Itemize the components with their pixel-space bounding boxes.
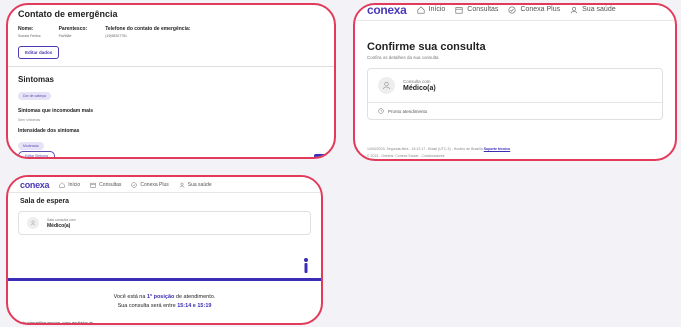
- footer-datetime: 14/03/2023, Segunda-feira - 15:12:17 - B…: [367, 147, 483, 151]
- contact-name-value: Sonaia Freitos: [18, 34, 41, 38]
- badge-icon: [508, 5, 516, 14]
- time-prefix: Sua consulta será entre: [117, 303, 178, 309]
- partial-purple-button[interactable]: [314, 154, 328, 157]
- nav-item-home-label: Início: [68, 181, 81, 188]
- nav-item-plus-label: Conexa Plus: [140, 181, 169, 188]
- contact-phone-value: (19)98207751: [105, 34, 127, 38]
- person-icon: [382, 81, 391, 90]
- contact-relation-field: Parentesco: Pai/Mãe: [59, 26, 88, 38]
- nav-item-plus[interactable]: Conexa Plus: [508, 5, 561, 14]
- nav-item-consults-label: Consultas: [99, 181, 122, 188]
- calendar-icon: [90, 182, 96, 188]
- contact-name-label: Nome:: [18, 26, 34, 32]
- symptom-intensity-label: Intensidade dos sintomas: [18, 128, 80, 134]
- support-link[interactable]: Suporte técnico: [484, 147, 510, 151]
- position-prefix: Você está na: [113, 294, 147, 300]
- consult-time-window: 15:14 e 15:19: [177, 303, 212, 309]
- page-subtitle: Confira os detalhes da sua consulta: [367, 55, 439, 60]
- consult-time-text: Sua consulta será entre 15:14 e 15:19: [8, 303, 321, 309]
- bothering-symptoms-label: Sintomas que incomodam mais: [18, 108, 94, 114]
- confirm-body: Confirme sua consulta Confira os detalhe…: [355, 33, 675, 128]
- symptom-chip: Dor de cabeça: [18, 92, 51, 100]
- nav-item-home[interactable]: Início: [59, 182, 80, 188]
- nav-item-home-label: Início: [428, 6, 446, 13]
- brand-logo[interactable]: conexa: [367, 5, 407, 17]
- contact-name-field: Nome: Sonaia Freitos: [18, 26, 41, 38]
- calendar-icon: [455, 6, 463, 14]
- page-footer: 14/03/2023, Segunda-feira - 15:12:17 - B…: [355, 146, 675, 159]
- consult-doctor-row: Consulta com Médico(a): [368, 69, 662, 102]
- footer-copyright: © 2023 - Direitos: Conexa Saúde - Colabo…: [367, 154, 445, 158]
- edit-data-button[interactable]: Editar dados: [18, 46, 60, 59]
- consult-status: Pronto atendimento: [368, 102, 662, 119]
- nav-item-plus-label: Conexa Plus: [520, 6, 561, 13]
- doctor-name: Médico(a): [403, 85, 436, 92]
- consult-doctor-row: Sala consulta com Médico(a): [19, 212, 310, 234]
- person-icon: [30, 220, 36, 226]
- brand-logo[interactable]: conexa: [20, 180, 50, 190]
- nav-item-consults[interactable]: Consultas: [90, 182, 121, 188]
- clock-icon: [378, 108, 384, 114]
- consult-with-label: Consulta com: [403, 79, 431, 84]
- top-nav: conexa Início Consultas Conexa Plus Sua …: [8, 177, 321, 193]
- consult-card: Sala consulta com Médico(a): [18, 211, 311, 235]
- emergency-contact-fields: Nome: Sonaia Freitos Parentesco: Pai/Mãe…: [18, 26, 324, 38]
- home-icon: [59, 181, 65, 188]
- nav-item-health[interactable]: Sua saúde: [179, 182, 212, 188]
- queue-position: 1ª posição: [146, 294, 175, 300]
- consult-status-label: Pronto atendimento: [388, 108, 428, 114]
- nav-item-home[interactable]: Início: [417, 5, 446, 14]
- footer-datetime-line: 14/03/2023, Segunda-feira - 15:12:17 - B…: [367, 146, 663, 153]
- contact-phone-label: Telefone do contato de emergência:: [105, 26, 191, 32]
- top-nav: conexa Início Consultas Conexa Plus Sua …: [355, 5, 675, 21]
- avatar: [378, 77, 395, 94]
- nav-item-health[interactable]: Sua saúde: [570, 6, 616, 14]
- edit-symptom-button[interactable]: Editar Sintoma: [18, 151, 55, 157]
- nav-item-consults-label: Consultas: [467, 6, 499, 13]
- confirm-consult-panel: conexa Início Consultas Conexa Plus Sua …: [353, 3, 677, 161]
- avatar: [27, 217, 39, 229]
- intensity-chip: Moderado: [18, 142, 44, 150]
- badge-icon: [131, 181, 138, 188]
- symptoms-title: Sintomas: [18, 75, 55, 84]
- nav-item-health-label: Sua saúde: [187, 181, 212, 188]
- nav-item-health-label: Sua saúde: [582, 6, 616, 13]
- consult-with-label: Sala consulta com: [47, 217, 76, 222]
- contact-relation-value: Pai/Mãe: [58, 34, 72, 38]
- page-title: Sala de espera: [20, 198, 70, 205]
- consult-card: Consulta com Médico(a) Pronto atendiment…: [367, 68, 663, 120]
- page-title: Confirme sua consulta: [367, 41, 486, 53]
- bothering-symptoms-value: Sem sintomas: [18, 118, 41, 122]
- nav-item-consults[interactable]: Consultas: [455, 6, 498, 14]
- contact-relation-label: Parentesco:: [58, 26, 88, 32]
- contact-phone-field: Telefone do contato de emergência: (19)9…: [105, 26, 190, 38]
- nav-item-plus[interactable]: Conexa Plus: [131, 181, 169, 188]
- doctor-name: Médico(a): [47, 222, 71, 229]
- position-suffix: de atendimento.: [174, 294, 216, 300]
- emergency-symptoms-panel: Contato de emergência Nome: Sonaia Freit…: [6, 3, 336, 159]
- user-icon: [571, 6, 578, 13]
- symptoms-section: Sintomas Dor de cabeça Sintomas que inco…: [8, 69, 334, 157]
- emergency-contact-title: Contato de emergência: [18, 9, 118, 19]
- emergency-contact-section: Contato de emergência Nome: Sonaia Freit…: [8, 5, 334, 67]
- info-icon[interactable]: [303, 257, 309, 274]
- queue-progress-bar: [8, 278, 321, 281]
- queue-position-text: Você está na 1ª posição de atendimento.: [8, 294, 321, 300]
- file-share-note: ode compartilhar arquivos, como resultad…: [20, 321, 93, 325]
- home-icon: [417, 5, 425, 14]
- user-icon: [179, 182, 185, 187]
- waiting-room-panel: conexa Início Consultas Conexa Plus Sua …: [6, 175, 323, 325]
